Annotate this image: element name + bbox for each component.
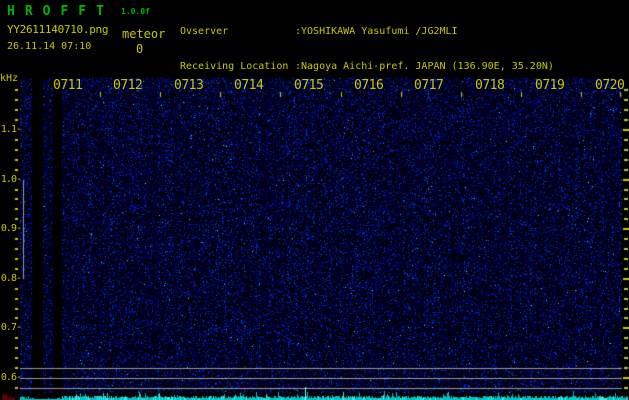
time-label: 0718	[475, 78, 505, 93]
freq-label: 0.9-	[0, 223, 22, 234]
info-label: Receiving Location	[180, 60, 289, 72]
time-label: 0719	[535, 78, 565, 93]
time-label: 0717	[414, 78, 444, 93]
info-value: :YOSHIKAWA Yasufumi /JG2MLI	[295, 26, 458, 38]
info-value: :Nagoya Aichi-pref. JAPAN (136.90E, 35.2…	[295, 60, 554, 72]
freq-label: 1.1-	[0, 124, 22, 135]
time-label: 0714	[234, 78, 264, 93]
time-label: 0712	[113, 78, 143, 93]
spectrogram-canvas	[0, 72, 629, 400]
freq-label: 0.7-	[0, 322, 22, 333]
time-label: 0716	[354, 78, 384, 93]
meteor-count: 0	[136, 42, 144, 56]
output-filename: YY2611140710.png	[7, 23, 109, 36]
time-label: 0720	[595, 78, 625, 93]
datetime-label: 26.11.14 07:10	[7, 41, 92, 52]
hrofft-window: HROFFT 1.0.0f YY2611140710.png meteor 26…	[0, 0, 629, 400]
y-axis-unit: kHz	[0, 73, 19, 84]
time-label: 0715	[294, 78, 324, 93]
info-label: Ovserver	[180, 26, 229, 38]
freq-label: 1.0-	[0, 174, 22, 185]
app-version: 1.0.0f	[121, 7, 150, 16]
mode-label: meteor	[122, 27, 166, 41]
time-label: 0711	[53, 78, 83, 93]
time-label: 0713	[174, 78, 204, 93]
info-row-location: Receiving Location :Nagoya Aichi-pref. JA…	[180, 61, 554, 73]
freq-label: 0.8-	[0, 273, 22, 284]
app-title: HROFFT	[7, 4, 114, 19]
freq-label: 0.6-	[0, 372, 22, 383]
info-row-observer: Ovserver :YOSHIKAWA Yasufumi /JG2MLI	[180, 26, 554, 38]
